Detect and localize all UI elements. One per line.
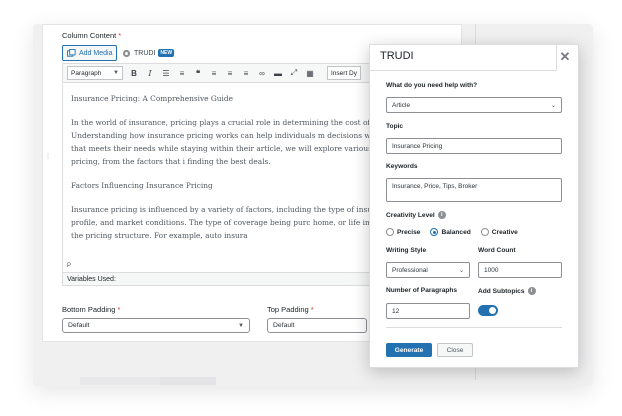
fullscreen-icon[interactable]: ⤢ [289, 68, 299, 78]
paragraphs-value: 12 [392, 307, 400, 315]
chevron-down-icon: ▼ [113, 70, 119, 76]
chevron-down-icon: ⌄ [458, 267, 464, 274]
align-right-icon[interactable]: ≡ [241, 69, 251, 78]
format-select-value: Paragraph [71, 69, 102, 77]
media-icon [67, 48, 76, 57]
radio-precise[interactable]: Precise [386, 228, 420, 236]
quote-icon[interactable]: ❝ [193, 69, 203, 78]
subtopics-label: Add Subtopics i [478, 287, 536, 295]
top-padding-label: Top Padding * [267, 305, 314, 314]
more-icon[interactable]: ▬ [273, 69, 283, 78]
dialog-divider [386, 327, 562, 328]
writing-style-value: Professional [392, 266, 428, 274]
radio-dot [386, 228, 394, 236]
trudi-tab-label: TRUDI [134, 49, 156, 57]
add-media-label: Add Media [79, 49, 113, 57]
writing-style-select[interactable]: Professional ⌄ [386, 262, 470, 278]
chevron-down-icon: ⌄ [550, 102, 556, 109]
required-mark: * [118, 31, 122, 40]
subtopics-toggle[interactable] [478, 305, 498, 316]
add-media-button[interactable]: Add Media [62, 45, 117, 61]
toolbar-toggle-icon[interactable]: ▦ [305, 69, 315, 78]
variables-used-label: Variables Used: [67, 275, 116, 283]
bottom-padding-label: Bottom Padding * [62, 305, 121, 314]
trudi-dialog: TRUDI ✕ [369, 44, 579, 368]
creativity-label: Creativity Level i [386, 211, 446, 219]
close-button[interactable]: Close [437, 343, 473, 357]
topic-input[interactable]: Insurance Pricing [386, 138, 562, 154]
bottom-padding-value: Default [68, 322, 90, 329]
radio-label: Balanced [441, 228, 471, 236]
paragraphs-label: Number of Paragraphs [386, 287, 458, 294]
radio-creative[interactable]: Creative [480, 228, 518, 236]
word-count-value: 1000 [484, 266, 499, 274]
bullet-list-icon[interactable]: ☰ [161, 69, 171, 78]
path-marker: P [67, 263, 72, 269]
insert-dynamic-select[interactable]: Insert Dy [327, 66, 362, 80]
radio-label: Creative [491, 228, 518, 236]
radio-balanced[interactable]: Balanced [430, 228, 471, 236]
word-count-label: Word Count [478, 247, 516, 254]
format-select[interactable]: Paragraph ▼ [67, 66, 123, 80]
radio-label: Precise [397, 228, 421, 236]
info-icon[interactable]: i [437, 211, 446, 219]
help-select[interactable]: Article ⌄ [386, 97, 562, 113]
italic-icon[interactable]: I [145, 69, 155, 78]
info-icon[interactable]: i [527, 287, 536, 295]
required-mark: * [117, 305, 121, 314]
bottom-padding-select[interactable]: Default ▼ [62, 318, 250, 333]
radio-dot-selected [430, 228, 439, 236]
column-content-label: Column Content * [62, 31, 122, 40]
keywords-label: Keywords [386, 163, 418, 170]
trudi-tab[interactable]: TRUDI NEW [122, 45, 175, 61]
topic-label: Topic [386, 123, 404, 130]
align-left-icon[interactable]: ≡ [209, 69, 219, 78]
top-padding-value: Default [273, 322, 295, 329]
radio-dot [480, 228, 489, 236]
bold-icon[interactable]: B [129, 69, 139, 78]
insert-dynamic-label: Insert Dy [331, 69, 358, 77]
dialog-title: TRUDI [370, 45, 556, 71]
word-count-input[interactable]: 1000 [478, 262, 562, 278]
generate-button[interactable]: Generate [386, 343, 432, 357]
required-mark: * [310, 305, 314, 314]
paragraphs-input[interactable]: 12 [386, 303, 470, 319]
footer-bar [80, 377, 160, 385]
numbered-list-icon[interactable]: ≡ [177, 69, 187, 78]
close-icon[interactable]: ✕ [557, 49, 573, 65]
footer-bar [160, 377, 216, 385]
top-padding-select[interactable]: Default [267, 318, 367, 333]
help-select-value: Article [392, 101, 411, 109]
trudi-icon [122, 49, 131, 57]
align-center-icon[interactable]: ≡ [225, 69, 235, 78]
writing-style-label: Writing Style [386, 247, 427, 254]
chevron-down-icon: ▼ [238, 322, 244, 329]
keywords-value: Insurance, Price, Tips, Broker [392, 183, 478, 190]
topic-input-value: Insurance Pricing [392, 142, 443, 150]
help-label: What do you need help with? [386, 82, 478, 89]
new-badge: NEW [158, 49, 175, 57]
keywords-textarea[interactable]: Insurance, Price, Tips, Broker [386, 178, 562, 202]
creativity-radio-group: Precise Balanced Creative [386, 228, 518, 236]
drag-handle-icon[interactable]: ⋮ [45, 153, 51, 160]
link-icon[interactable]: ∞ [257, 69, 267, 78]
stage: Column Content * Add Media TRUDI NEW Par… [0, 0, 622, 416]
